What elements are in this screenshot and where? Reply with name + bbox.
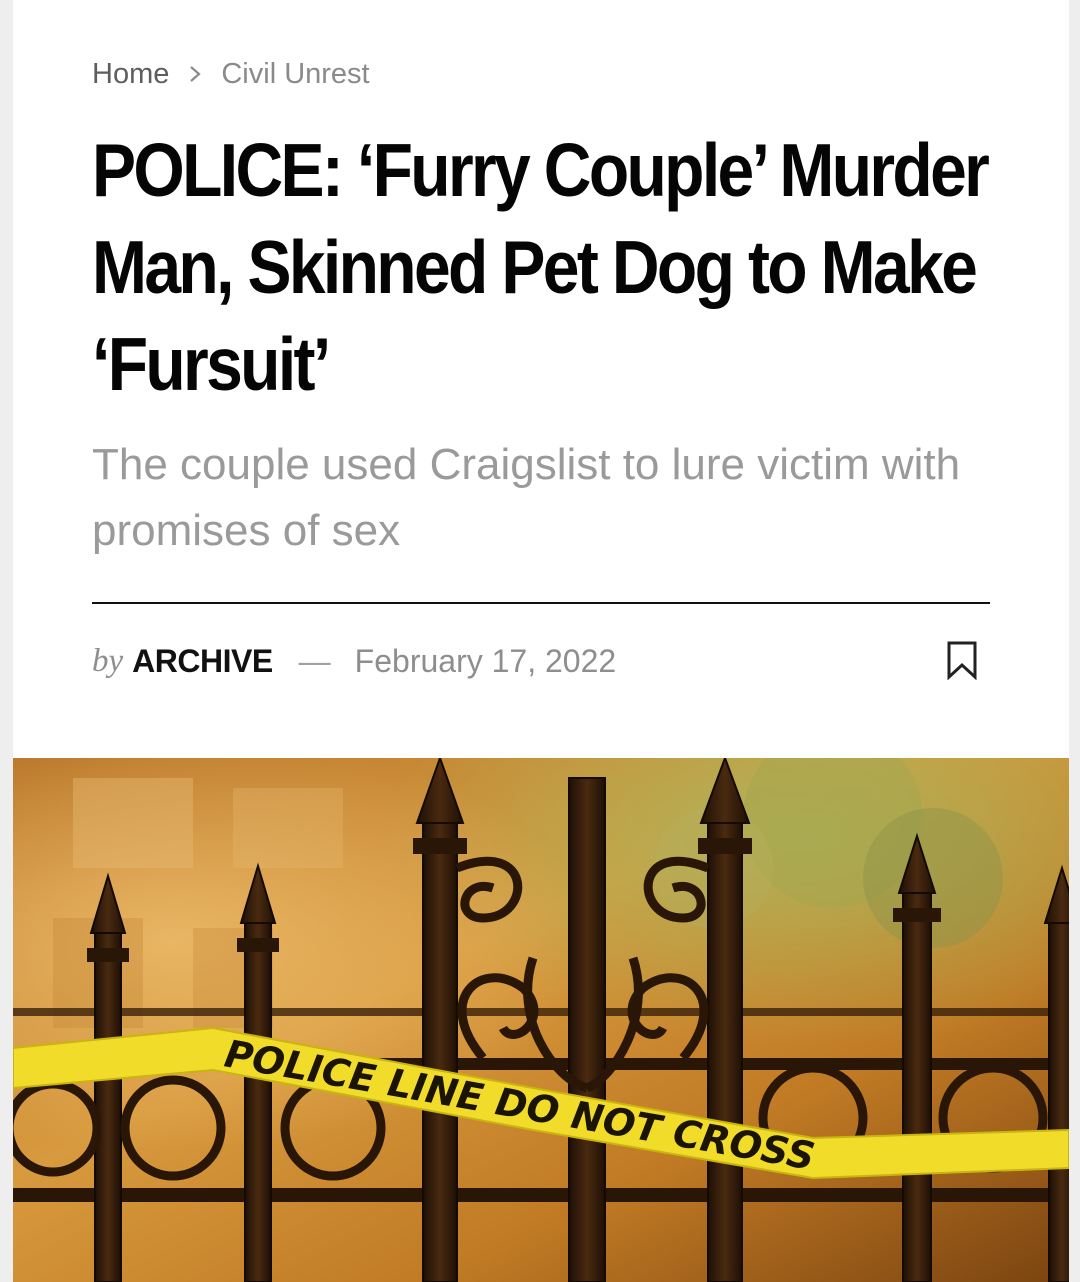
breadcrumb-current-link[interactable]: Civil Unrest — [221, 58, 369, 91]
bookmark-icon[interactable] — [946, 640, 978, 681]
breadcrumb-home-link[interactable]: Home — [92, 58, 169, 91]
header-divider — [92, 602, 990, 604]
article-card: Home Civil Unrest POLICE: ‘Furry Couple’… — [13, 0, 1069, 1282]
article-title: POLICE: ‘Furry Couple’ Murder Man, Skinn… — [92, 128, 990, 406]
hero-image: POLICE LINE DO NOT CROSS — [13, 758, 1069, 1282]
chevron-right-icon — [185, 59, 205, 89]
breadcrumb: Home Civil Unrest — [92, 54, 370, 94]
publish-date: February 17, 2022 — [354, 642, 617, 679]
byline-separator: — — [298, 642, 331, 679]
article-subtitle: The couple used Craigslist to lure victi… — [92, 440, 961, 555]
article-meta: by ARCHIVE — February 17, 2022 — [92, 636, 990, 686]
author-link[interactable]: ARCHIVE — [132, 643, 273, 680]
byline-prefix: by — [92, 642, 124, 679]
